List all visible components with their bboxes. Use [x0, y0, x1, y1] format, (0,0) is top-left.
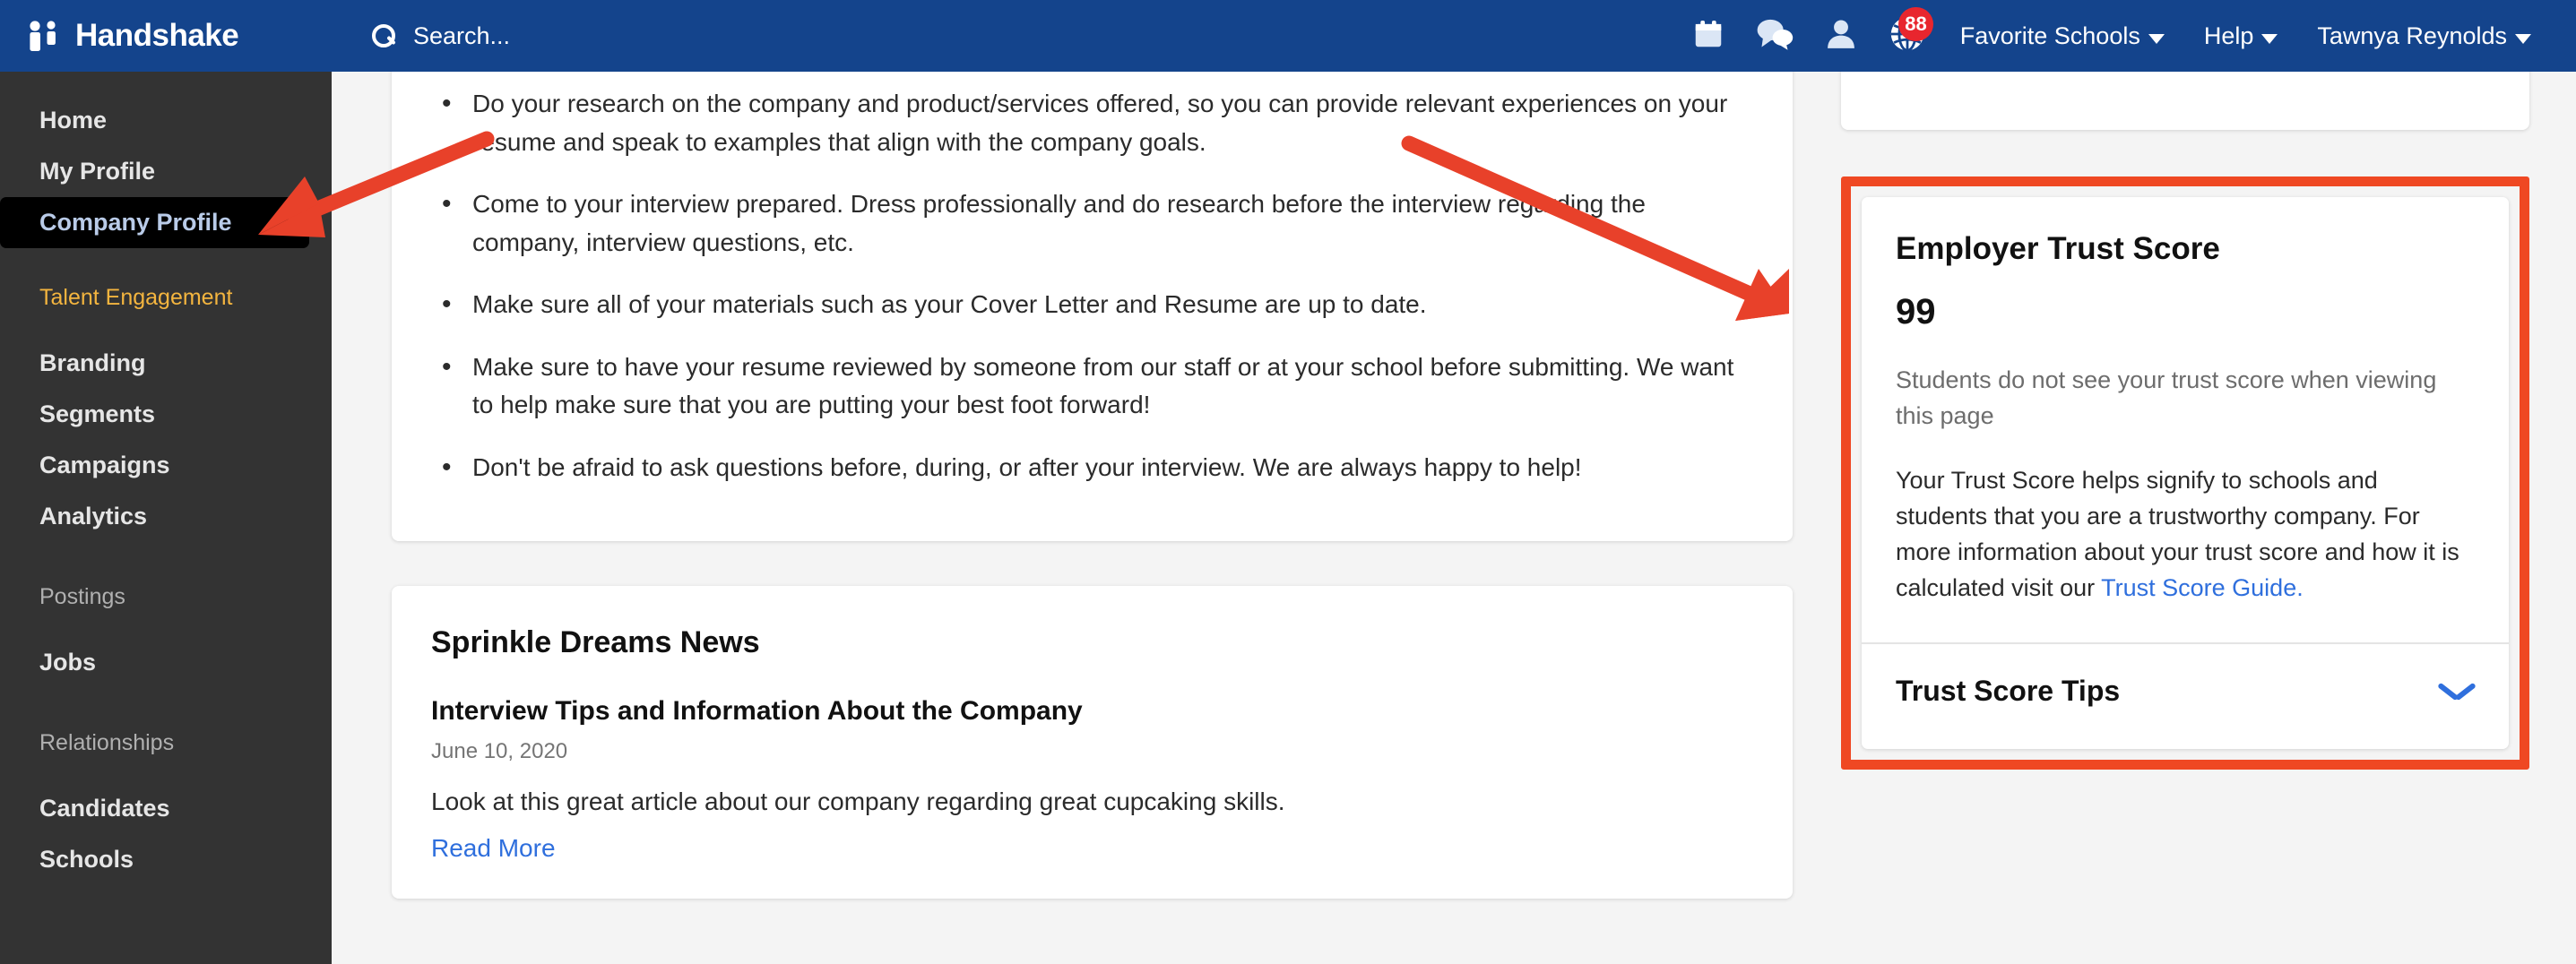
sidebar-item-candidates[interactable]: Candidates [0, 783, 332, 834]
news-headline: Interview Tips and Information About the… [431, 696, 1083, 727]
app-root: Handshake Search... 88 Favorite Schools … [0, 0, 2576, 964]
trust-score-highlight-box: Employer Trust Score 99 Students do not … [1841, 176, 2529, 770]
profile-button[interactable] [1808, 0, 1874, 72]
list-item: Come to your interview prepared. Dress p… [431, 184, 1753, 262]
secondary-column: Employer Trust Score 99 Students do not … [1841, 72, 2529, 770]
trust-score-title: Employer Trust Score [1896, 231, 2220, 266]
sidebar-item-schools[interactable]: Schools [0, 834, 332, 885]
help-label: Help [2203, 22, 2254, 49]
chevron-down-icon [2148, 33, 2165, 44]
trust-score-tips-label: Trust Score Tips [1896, 674, 2121, 707]
trust-score-body: Employer Trust Score 99 Students do not … [1862, 197, 2509, 642]
search-icon [372, 24, 395, 47]
calendar-button[interactable] [1675, 0, 1742, 72]
sidebar-heading-talent-engagement: Talent Engagement [39, 285, 233, 310]
trust-score-guide-link[interactable]: Trust Score Guide. [2101, 574, 2304, 601]
notification-badge: 88 [1898, 7, 1933, 41]
trust-score-tips-accordion[interactable]: Trust Score Tips [1862, 641, 2509, 749]
news-body-text: Look at this great article about our com… [431, 788, 1285, 816]
interview-tips-card: allows your character, personality, and … [392, 72, 1793, 542]
sidebar-item-company-profile[interactable]: Company Profile [0, 197, 309, 248]
chevron-down-icon [2515, 33, 2531, 44]
sidebar-item-campaigns[interactable]: Campaigns [0, 440, 332, 491]
global-search[interactable]: Search... [372, 22, 510, 50]
network-notifications-button[interactable]: 88 [1874, 0, 1941, 72]
user-name-label: Tawnya Reynolds [2317, 22, 2507, 49]
trust-score-visibility-note: Students do not see your trust score whe… [1896, 366, 2437, 429]
user-account-menu[interactable]: Tawnya Reynolds [2297, 0, 2551, 72]
company-logo-card [1841, 72, 2529, 130]
sidebar-navigation: Home My Profile Company Profile Talent E… [0, 72, 332, 964]
sidebar-item-jobs[interactable]: Jobs [0, 637, 332, 688]
help-menu[interactable]: Help [2184, 0, 2298, 72]
sidebar-heading-relationships: Relationships [39, 730, 175, 755]
list-item: Do your research on the company and prod… [431, 83, 1753, 161]
sidebar-item-my-profile[interactable]: My Profile [0, 146, 332, 197]
main-content-area: allows your character, personality, and … [332, 72, 2576, 964]
primary-column: allows your character, personality, and … [392, 72, 1793, 899]
news-section-title: Sprinkle Dreams News [431, 625, 760, 660]
list-item: Don't be afraid to ask questions before,… [431, 447, 1753, 487]
search-input[interactable]: Search... [413, 22, 510, 50]
employer-trust-score-card: Employer Trust Score 99 Students do not … [1862, 197, 2509, 749]
list-item: Make sure all of your materials such as … [431, 284, 1753, 324]
favorite-schools-label: Favorite Schools [1959, 22, 2140, 49]
favorite-schools-menu[interactable]: Favorite Schools [1941, 0, 2184, 72]
list-item: Make sure to have your resume reviewed b… [431, 347, 1753, 425]
brand-name: Handshake [75, 18, 239, 53]
sidebar-item-analytics[interactable]: Analytics [0, 491, 332, 542]
tips-bullet-list: Do your research on the company and prod… [431, 83, 1753, 487]
trust-score-value: 99 [1896, 292, 1936, 331]
trust-score-description: Your Trust Score helps signify to school… [1896, 463, 2475, 607]
news-date: June 10, 2020 [431, 739, 568, 764]
sidebar-item-home[interactable]: Home [0, 95, 332, 146]
calendar-icon [1691, 17, 1725, 56]
person-icon [1824, 17, 1858, 56]
read-more-link[interactable]: Read More [431, 834, 556, 863]
sidebar-heading-postings: Postings [39, 584, 125, 609]
chevron-down-icon [2261, 33, 2278, 44]
top-nav-right-group: 88 Favorite Schools Help Tawnya Reynolds [1675, 0, 2576, 72]
top-navigation-bar: Handshake Search... 88 Favorite Schools … [0, 0, 2576, 72]
handshake-people-logo-icon [27, 21, 63, 51]
company-news-card: Sprinkle Dreams News Interview Tips and … [392, 586, 1793, 899]
sidebar-item-segments[interactable]: Segments [0, 389, 332, 440]
messages-icon [1756, 17, 1794, 56]
chevron-down-icon[interactable] [2439, 680, 2475, 701]
sidebar-item-branding[interactable]: Branding [0, 338, 332, 389]
brand-home-link[interactable]: Handshake [0, 0, 332, 72]
messages-button[interactable] [1742, 0, 1808, 72]
